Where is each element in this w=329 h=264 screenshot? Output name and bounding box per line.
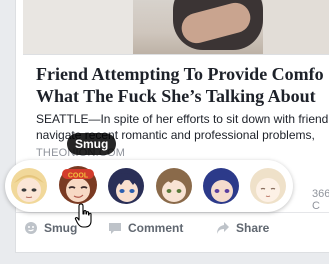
image-shirt-region <box>23 0 133 54</box>
article-description-line1: SEATTLE—In spite of her efforts to sit d… <box>36 112 329 126</box>
divider <box>16 212 329 213</box>
share-label: Share <box>236 221 270 235</box>
reaction-picker: COOL <box>5 160 293 212</box>
svg-text:COOL: COOL <box>68 173 89 180</box>
hand-pointer-cursor-icon <box>74 203 92 228</box>
smug-reaction-label: Smug <box>44 221 78 235</box>
smug-reaction-button[interactable]: Smug <box>24 216 77 240</box>
share-button[interactable]: Share <box>216 216 269 240</box>
comments-count[interactable]: 366 C <box>312 188 329 212</box>
navy-face-icon[interactable] <box>107 167 145 205</box>
article-title-line1: Friend Attempting To Provide Comfo <box>36 64 324 84</box>
article-image[interactable] <box>23 0 329 55</box>
blue-face-icon[interactable] <box>202 167 240 205</box>
article-title[interactable]: Friend Attempting To Provide Comfo What … <box>36 63 329 107</box>
comment-icon <box>109 223 121 234</box>
pale-face-icon[interactable] <box>249 167 287 205</box>
reaction-tooltip: Smug <box>67 133 117 155</box>
share-icon <box>217 222 229 234</box>
article-title-line2: What The Fuck She’s Talking About <box>36 86 316 106</box>
comment-button[interactable]: Comment <box>108 216 183 240</box>
blonde-face-icon[interactable] <box>10 167 48 205</box>
image-light-region <box>263 0 329 54</box>
comment-label: Comment <box>128 221 184 235</box>
brown-face-icon[interactable] <box>155 167 193 205</box>
news-feed-post: Friend Attempting To Provide Comfo What … <box>16 0 329 252</box>
smug-face-small-icon <box>25 222 37 234</box>
smug-face-icon[interactable]: COOL <box>57 163 99 205</box>
action-bar: Smug Comment Share <box>16 216 329 240</box>
